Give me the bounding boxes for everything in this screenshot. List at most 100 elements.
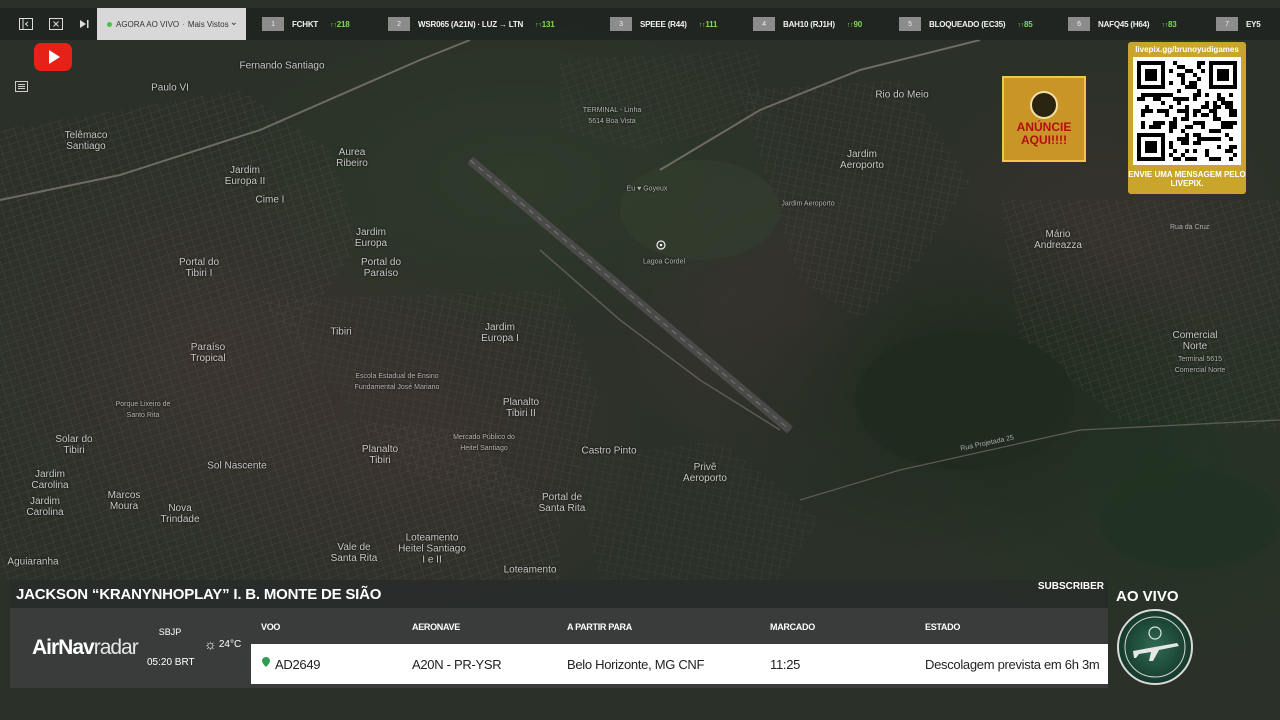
qr-module	[1185, 109, 1189, 113]
qr-module	[1185, 125, 1189, 129]
livepix-caption: ENVIE UMA MENSAGEM PELO LIVEPIX.	[1128, 170, 1246, 188]
qr-module	[1201, 137, 1205, 141]
qr-module	[1161, 101, 1165, 105]
header-scheduled: MARCADO	[770, 622, 815, 632]
map-label: Aguiaranha	[7, 556, 59, 568]
qr-module	[1209, 109, 1213, 113]
qr-module	[1169, 105, 1173, 109]
qr-module	[1217, 157, 1221, 161]
qr-module	[1185, 141, 1189, 145]
qr-module	[1181, 153, 1185, 157]
qr-module	[1201, 121, 1205, 125]
livepix-qr-panel: livepix.gg/brunoyudigames ENVIE UMA MENS…	[1128, 42, 1246, 194]
close-window-icon[interactable]	[42, 8, 70, 40]
qr-module	[1145, 109, 1149, 113]
qr-module	[1225, 101, 1229, 105]
qr-module	[1229, 137, 1233, 141]
map-label: Cime I	[255, 194, 285, 206]
subscriber-name-bar: JACKSON “KRANYNHOPLAY” I. B. MONTE DE SI…	[10, 580, 1108, 608]
qr-module	[1185, 105, 1189, 109]
map-label: Tibiri	[330, 326, 352, 338]
qr-module	[1177, 157, 1181, 161]
qr-module	[1205, 153, 1209, 157]
qr-module	[1169, 125, 1173, 129]
qr-module	[1197, 93, 1201, 97]
map-label: Privê Aeroporto	[683, 462, 727, 484]
qr-module	[1181, 73, 1185, 77]
map-label: Paraíso Tropical	[190, 342, 226, 364]
qr-module	[1185, 69, 1189, 73]
header-route: A PARTIR PARA	[567, 622, 632, 632]
map-label: Jardim Aeroporto	[840, 149, 884, 171]
flight-rank: 3	[610, 17, 632, 31]
top-flight-item[interactable]: 6 NAFQ45 (H64) 83	[1068, 17, 1177, 31]
brand-bold: AirNav	[32, 636, 95, 659]
scheduled-time: 11:25	[770, 657, 801, 672]
list-icon[interactable]	[13, 78, 29, 94]
qr-module	[1193, 133, 1197, 137]
map-label: Mário Andreazza	[1034, 229, 1082, 251]
qr-module	[1181, 77, 1185, 81]
flight-callsign: FCHKT	[292, 19, 319, 29]
qr-module	[1197, 109, 1201, 113]
qr-module	[1157, 97, 1161, 101]
youtube-logo	[34, 43, 72, 71]
qr-module	[1213, 129, 1217, 133]
flight-rank: 4	[753, 17, 775, 31]
map-label: Paulo VI	[151, 82, 189, 94]
header-flight: VOO	[261, 622, 281, 632]
qr-module	[1169, 153, 1173, 157]
advertise-banner[interactable]: ANÚNCIE AQUI!!!!	[1002, 76, 1086, 162]
qr-module	[1213, 157, 1217, 161]
qr-module	[1233, 121, 1237, 125]
qr-module	[1229, 105, 1233, 109]
top-flight-item[interactable]: 5 BLOQUEADO (EC35) 85	[899, 17, 1033, 31]
qr-finder	[1145, 69, 1157, 81]
chevron-down-icon: ⌄	[229, 17, 238, 28]
qr-module	[1209, 129, 1213, 133]
skip-next-icon[interactable]	[70, 8, 98, 40]
map-label: Loteamento Heitel Santiago I e II	[398, 532, 466, 566]
qr-module	[1213, 117, 1217, 121]
temperature: 24°C	[218, 638, 242, 650]
qr-module	[1197, 121, 1201, 125]
qr-module	[1165, 113, 1169, 117]
qr-module	[1197, 89, 1201, 93]
qr-module	[1225, 105, 1229, 109]
flight-callsign: SPEEE (R44)	[640, 19, 687, 29]
qr-finder	[1217, 69, 1229, 81]
qr-module	[1229, 125, 1233, 129]
top-flight-item[interactable]: 7 EY5	[1216, 17, 1280, 31]
qr-module	[1189, 69, 1193, 73]
channel-badge-icon	[1030, 91, 1058, 119]
map-label: Fernando Santiago	[239, 60, 325, 72]
flight-callsign: BLOQUEADO (EC35)	[929, 19, 1006, 29]
collapse-sidebar-icon[interactable]	[12, 8, 40, 40]
qr-module	[1141, 109, 1145, 113]
qr-finder	[1145, 141, 1157, 153]
qr-module	[1233, 153, 1237, 157]
qr-module	[1169, 121, 1173, 125]
map-label: Mercado Público do Heitel Santiago	[453, 434, 515, 452]
map-label: Jardim Carolina	[26, 496, 64, 518]
qr-module	[1197, 141, 1201, 145]
flight-row[interactable]: AD2649 A20N - PR-YSR Belo Horizonte, MG …	[251, 644, 1108, 684]
qr-module	[1193, 93, 1197, 97]
qr-module	[1225, 121, 1229, 125]
top-flight-item[interactable]: 3 SPEEE (R44) 111	[610, 17, 717, 31]
top-flight-item[interactable]: 2 WSR065 (A21N) · LUZ → LTN 131	[388, 17, 555, 31]
qr-module	[1181, 81, 1185, 85]
qr-module	[1177, 89, 1181, 93]
qr-module	[1197, 133, 1201, 137]
qr-module	[1189, 125, 1193, 129]
top-flight-item[interactable]: 1 FCHKT 218	[262, 17, 350, 31]
map-label: Solar do Tibiri	[55, 434, 93, 456]
qr-module	[1185, 137, 1189, 141]
map-label: Loteamento	[503, 564, 557, 576]
live-filter-dropdown[interactable]: AGORA AO VIVO · Mais Vistos ⌄	[97, 8, 246, 40]
qr-module	[1173, 121, 1177, 125]
top-flight-item[interactable]: 4 BAH10 (RJ1H) 90	[753, 17, 862, 31]
qr-module	[1213, 137, 1217, 141]
map-label: Portal do Paraíso	[360, 257, 402, 279]
qr-module	[1213, 113, 1217, 117]
